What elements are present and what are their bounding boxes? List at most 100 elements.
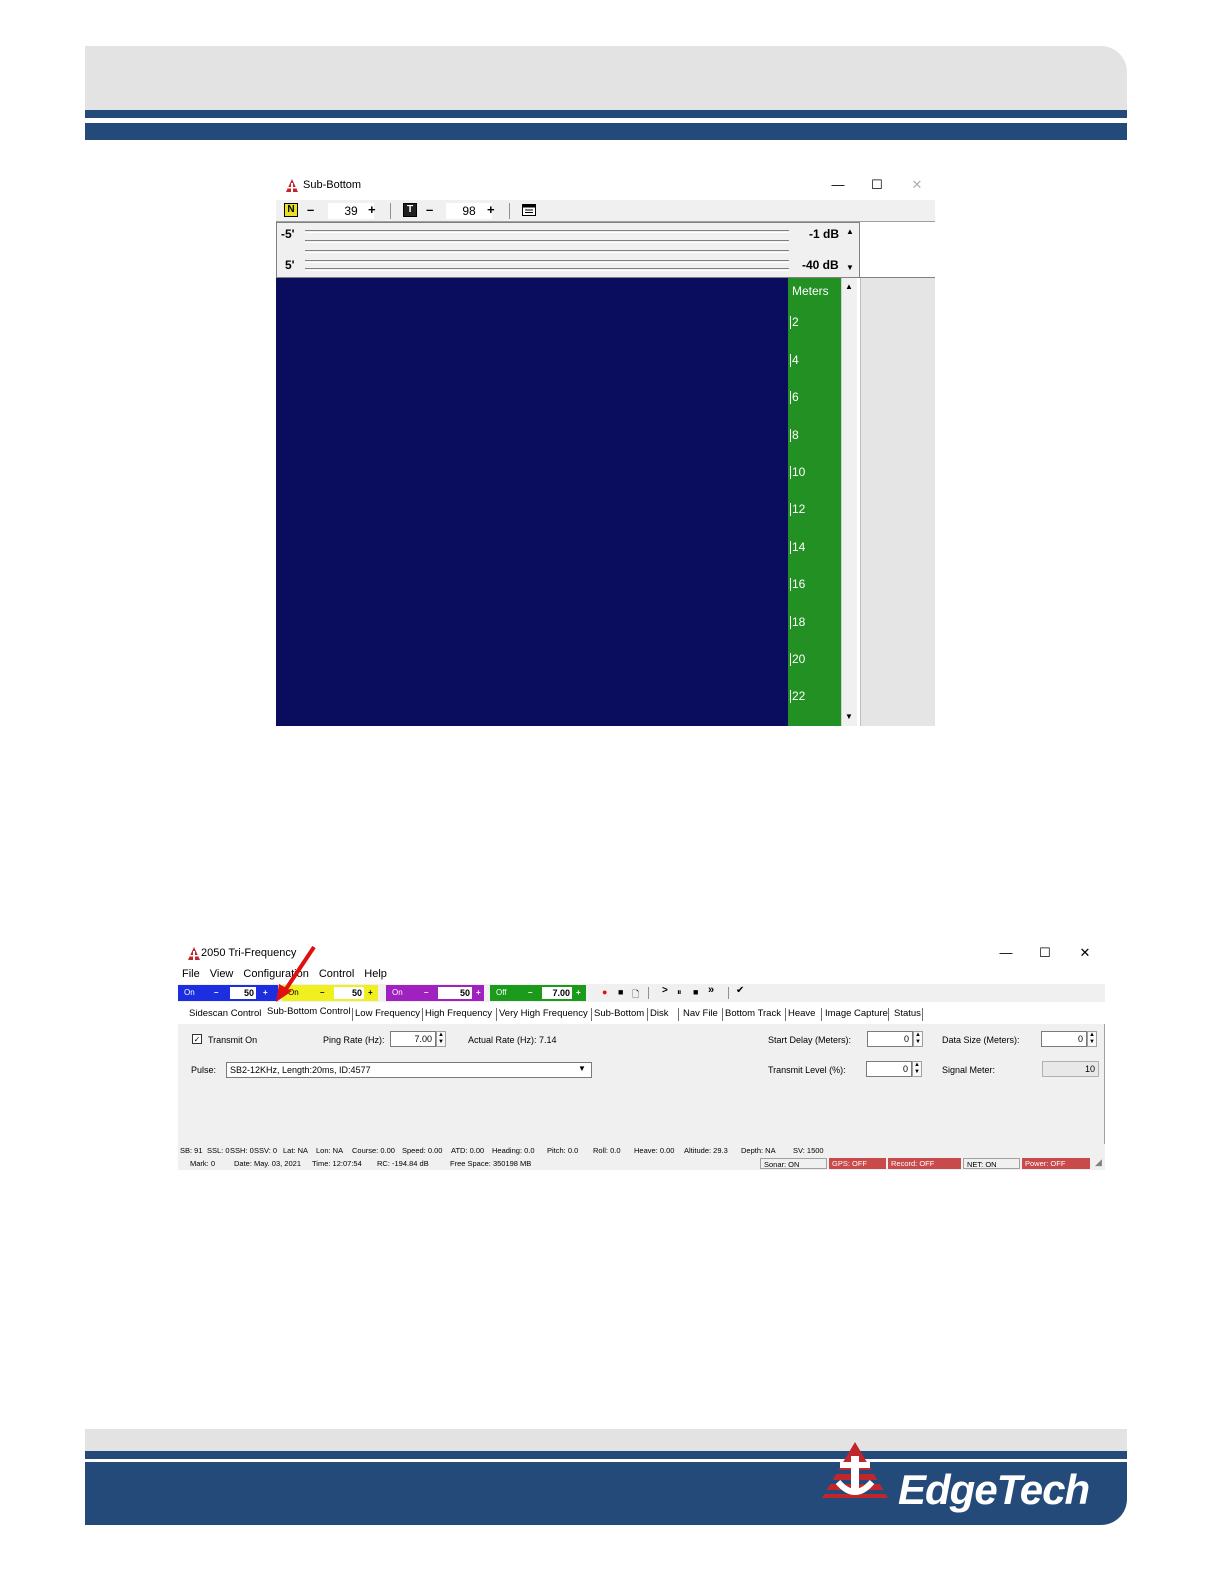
- play-icon[interactable]: >: [662, 985, 668, 996]
- very-high-freq-decrease-button[interactable]: –: [424, 988, 428, 997]
- start-delay-input[interactable]: 0: [867, 1031, 913, 1047]
- new-file-icon[interactable]: 🗋: [632, 987, 639, 1003]
- status-free-space: Free Space: 350198 MB: [450, 1159, 532, 1168]
- chevron-down-icon[interactable]: ▼: [578, 1064, 586, 1073]
- menu-control[interactable]: Control: [319, 968, 354, 980]
- very-high-freq-gain-value[interactable]: 50: [438, 987, 472, 999]
- menu-file[interactable]: File: [182, 968, 200, 980]
- scale-tick: 8: [790, 428, 799, 442]
- vertical-scrollbar[interactable]: ▲ ▼: [841, 278, 857, 726]
- sub-bottom-control: Off – 7.00 +: [490, 985, 586, 1001]
- low-freq-gain-value[interactable]: 50: [230, 987, 256, 999]
- tab-low-frequency[interactable]: Low Frequency: [355, 1008, 420, 1019]
- status-mark: Mark: 0: [190, 1159, 216, 1168]
- low-freq-toggle[interactable]: On: [184, 988, 195, 997]
- window-layout-icon[interactable]: [522, 204, 536, 216]
- sonar-image-display[interactable]: [276, 278, 788, 726]
- start-delay-spinner[interactable]: ▲ ▼: [913, 1031, 923, 1047]
- low-frequency-control: On – 50 +: [178, 985, 278, 1001]
- menu-view[interactable]: View: [210, 968, 234, 980]
- menu-help[interactable]: Help: [364, 968, 387, 980]
- annotation-arrow-icon: [276, 945, 316, 1002]
- status-course: Course: 0.00: [352, 1146, 395, 1155]
- sub-bottom-gain-value[interactable]: 7.00: [542, 987, 572, 999]
- scroll-down-icon[interactable]: ▼: [843, 261, 857, 275]
- scale-tick: 4: [790, 353, 799, 367]
- n-decrease-button[interactable]: –: [307, 202, 314, 217]
- close-button[interactable]: ✕: [1074, 944, 1096, 962]
- n-toggle[interactable]: N: [284, 203, 298, 217]
- tab-image-capture[interactable]: Image Capture: [825, 1008, 888, 1019]
- minimize-button[interactable]: —: [827, 176, 849, 194]
- window-title: Sub-Bottom: [303, 179, 362, 191]
- actual-rate-label: Actual Rate (Hz): 7.14: [468, 1035, 557, 1045]
- sub-bottom-window: Sub-Bottom — ☐ ✕ N – 39 + T – 98 + -5' 5…: [276, 172, 935, 726]
- resize-grip-icon[interactable]: ◢: [1095, 1157, 1102, 1168]
- start-delay-label: Start Delay (Meters):: [768, 1035, 852, 1045]
- app-logo-icon: [286, 179, 298, 192]
- maximize-button[interactable]: ☐: [1034, 944, 1056, 962]
- t-increase-button[interactable]: +: [487, 202, 495, 217]
- high-freq-increase-button[interactable]: +: [368, 988, 373, 997]
- status-heading: Heading: 0.0: [492, 1146, 535, 1155]
- ping-rate-spinner[interactable]: ▲ ▼: [436, 1031, 446, 1047]
- tab-status[interactable]: Status: [894, 1008, 921, 1019]
- high-freq-decrease-button[interactable]: –: [320, 988, 324, 997]
- minimize-button[interactable]: —: [995, 944, 1017, 962]
- maximize-button[interactable]: ☐: [866, 176, 888, 194]
- transmit-on-checkbox[interactable]: ✓: [192, 1034, 202, 1044]
- tab-sub-bottom[interactable]: Sub-Bottom: [594, 1008, 644, 1019]
- high-freq-gain-value[interactable]: 50: [334, 987, 364, 999]
- sub-bottom-control-panel: ✓ Transmit On Ping Rate (Hz): 7.00 ▲ ▼ Ac…: [178, 1024, 1105, 1144]
- page-header-band: [85, 46, 1127, 110]
- very-high-freq-toggle[interactable]: On: [392, 988, 403, 997]
- transmit-level-input[interactable]: 0: [866, 1061, 912, 1077]
- status-rc: RC: -194.84 dB: [377, 1159, 429, 1168]
- status-time: Time: 12:07:54: [312, 1159, 362, 1168]
- sub-bottom-increase-button[interactable]: +: [576, 988, 581, 997]
- scroll-up-icon[interactable]: ▲: [842, 280, 856, 294]
- stop-record-icon[interactable]: ■: [618, 987, 623, 997]
- close-button[interactable]: ✕: [906, 176, 928, 194]
- record-icon[interactable]: ●: [602, 987, 607, 997]
- scale-tick: 16: [790, 577, 806, 591]
- status-sb: SB: 91: [180, 1146, 203, 1155]
- t-toggle[interactable]: T: [403, 203, 417, 217]
- status-speed: Speed: 0.00: [402, 1146, 443, 1155]
- low-freq-increase-button[interactable]: +: [263, 988, 268, 997]
- tab-sub-bottom-control[interactable]: Sub-Bottom Control: [267, 1006, 351, 1017]
- fast-forward-icon[interactable]: »: [708, 984, 714, 996]
- data-size-input[interactable]: 0: [1041, 1031, 1087, 1047]
- scroll-down-icon[interactable]: ▼: [842, 710, 856, 724]
- signal-level-meter: -5' 5' -1 dB -40 dB ▲ ▼: [276, 222, 860, 278]
- t-decrease-button[interactable]: –: [426, 202, 433, 217]
- edgetech-logo-text: EdgeTech: [898, 1466, 1090, 1513]
- signal-meter-value: 10: [1042, 1061, 1099, 1077]
- power-status-badge: Power: OFF: [1022, 1158, 1090, 1169]
- t-gain-value[interactable]: 98: [446, 203, 492, 219]
- ping-rate-input[interactable]: 7.00: [390, 1031, 436, 1047]
- tab-bottom-track[interactable]: Bottom Track: [725, 1008, 781, 1019]
- data-size-spinner[interactable]: ▲ ▼: [1087, 1031, 1097, 1047]
- apply-check-icon[interactable]: ✔: [736, 985, 744, 996]
- tab-high-frequency[interactable]: High Frequency: [425, 1008, 492, 1019]
- tab-nav-file[interactable]: Nav File: [683, 1008, 718, 1019]
- very-high-freq-increase-button[interactable]: +: [476, 988, 481, 997]
- very-high-frequency-control: On – 50 +: [386, 985, 484, 1001]
- stop-icon[interactable]: ■: [693, 987, 698, 997]
- pulse-select[interactable]: SB2-12KHz, Length:20ms, ID:4577: [226, 1062, 592, 1078]
- tab-heave[interactable]: Heave: [788, 1008, 815, 1019]
- tab-sidescan-control[interactable]: Sidescan Control: [189, 1008, 261, 1019]
- tab-disk[interactable]: Disk: [650, 1008, 668, 1019]
- scroll-up-icon[interactable]: ▲: [843, 225, 857, 239]
- pause-icon[interactable]: ⏸: [677, 987, 682, 998]
- status-depth: Depth: NA: [741, 1146, 776, 1155]
- tab-very-high-frequency[interactable]: Very High Frequency: [499, 1008, 588, 1019]
- transmit-level-spinner[interactable]: ▲ ▼: [912, 1061, 922, 1077]
- n-increase-button[interactable]: +: [368, 202, 376, 217]
- sub-bottom-toggle[interactable]: Off: [496, 988, 507, 997]
- sub-bottom-decrease-button[interactable]: –: [528, 988, 532, 997]
- low-freq-decrease-button[interactable]: –: [214, 988, 218, 997]
- signal-meter-label: Signal Meter:: [942, 1065, 996, 1075]
- scale-tick: 2: [790, 315, 799, 329]
